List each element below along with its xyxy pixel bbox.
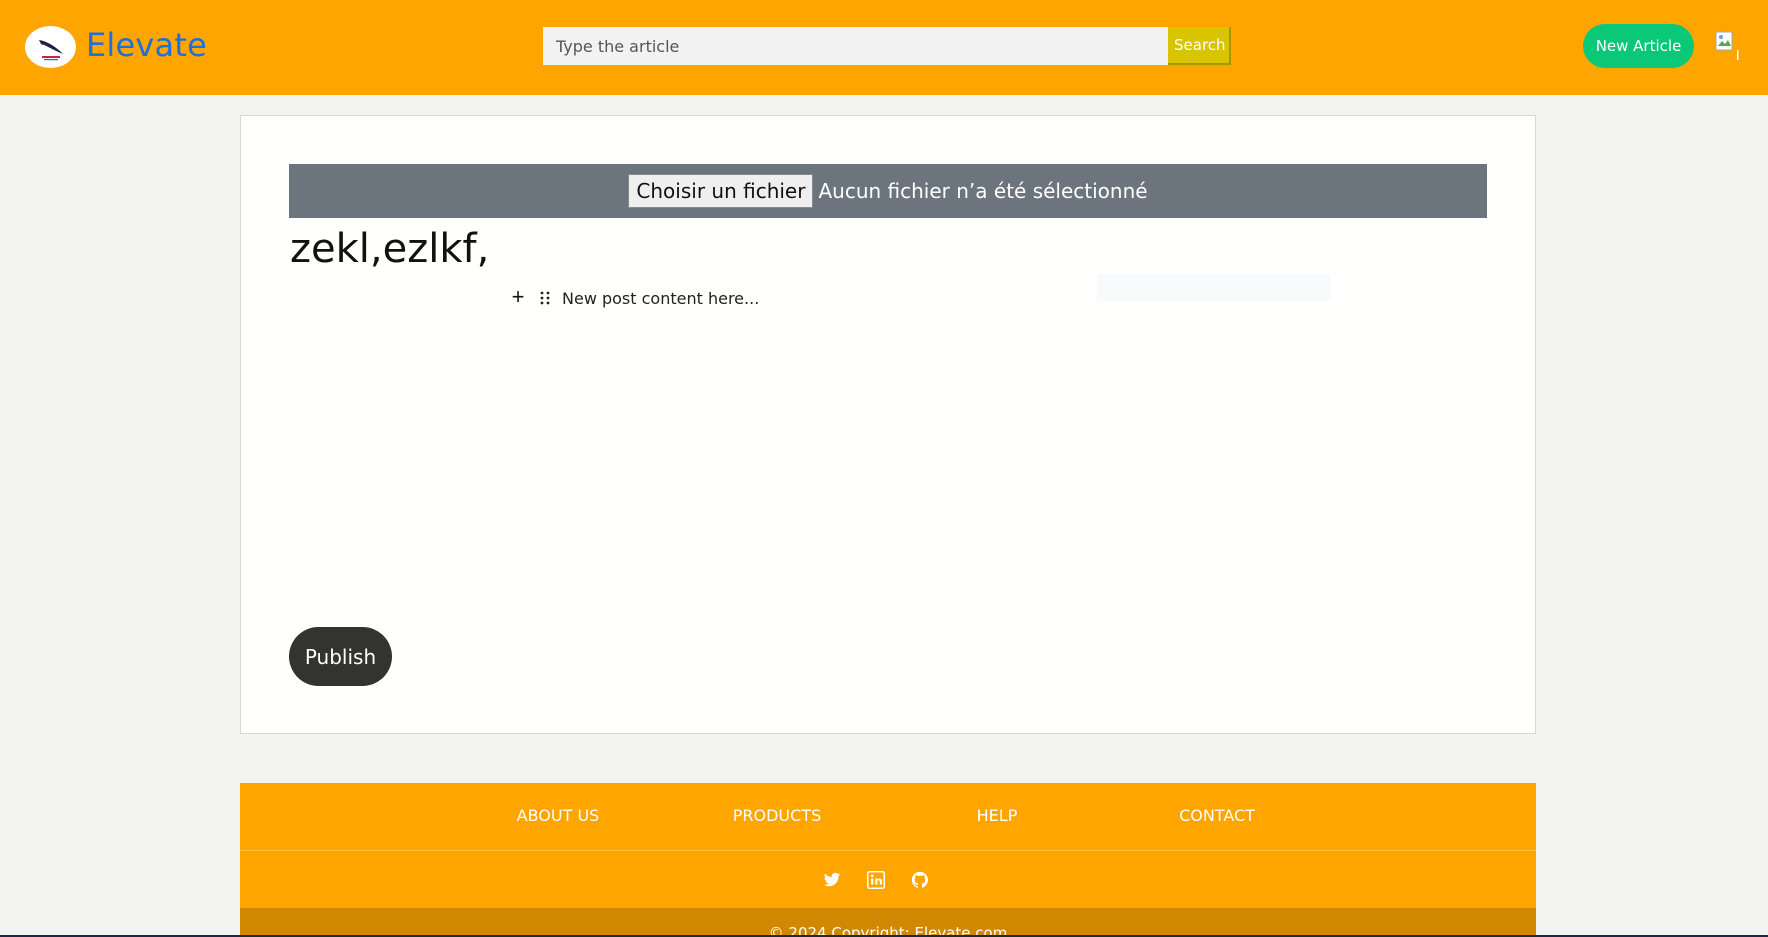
footer-links-bar: ABOUT US PRODUCTS HELP CONTACT	[240, 783, 1536, 851]
file-upload-bar: Choisir un fichier Aucun fichier n’a été…	[289, 164, 1487, 218]
new-article-button[interactable]: New Article	[1583, 24, 1694, 68]
footer-link-help[interactable]: HELP	[977, 806, 1018, 825]
choose-file-button[interactable]: Choisir un fichier	[628, 174, 814, 208]
post-content-editor[interactable]: New post content here...	[562, 289, 759, 308]
linkedin-icon[interactable]	[867, 871, 885, 889]
footer-copyright-bar: © 2024 Copyright: Elevate.com	[240, 908, 1536, 935]
copyright-text: © 2024 Copyright: Elevate.com	[768, 924, 1008, 935]
add-block-plus-icon[interactable]: +	[510, 286, 526, 308]
avatar-broken-image-icon[interactable]	[1713, 30, 1741, 64]
search-button[interactable]: Search	[1168, 27, 1231, 65]
footer-link-products[interactable]: PRODUCTS	[733, 806, 822, 825]
faint-overlay-tooltip	[1097, 274, 1331, 301]
footer-social-bar	[240, 851, 1536, 908]
publish-button[interactable]: Publish	[289, 627, 392, 686]
logo[interactable]	[25, 26, 76, 68]
github-icon[interactable]	[911, 871, 929, 889]
brand-name[interactable]: Elevate	[86, 26, 207, 64]
footer-link-about-us[interactable]: ABOUT US	[517, 806, 600, 825]
top-navbar: Elevate Search New Article	[0, 0, 1768, 95]
twitter-icon[interactable]	[823, 871, 841, 889]
quill-logo-icon	[38, 40, 63, 61]
footer-link-contact[interactable]: CONTACT	[1179, 806, 1255, 825]
file-status-text: Aucun fichier n’a été sélectionné	[818, 179, 1148, 203]
post-title-input[interactable]: zekl,ezlkf,	[290, 226, 489, 272]
drag-handle-icon[interactable]	[539, 290, 551, 306]
search-input[interactable]	[543, 27, 1168, 65]
